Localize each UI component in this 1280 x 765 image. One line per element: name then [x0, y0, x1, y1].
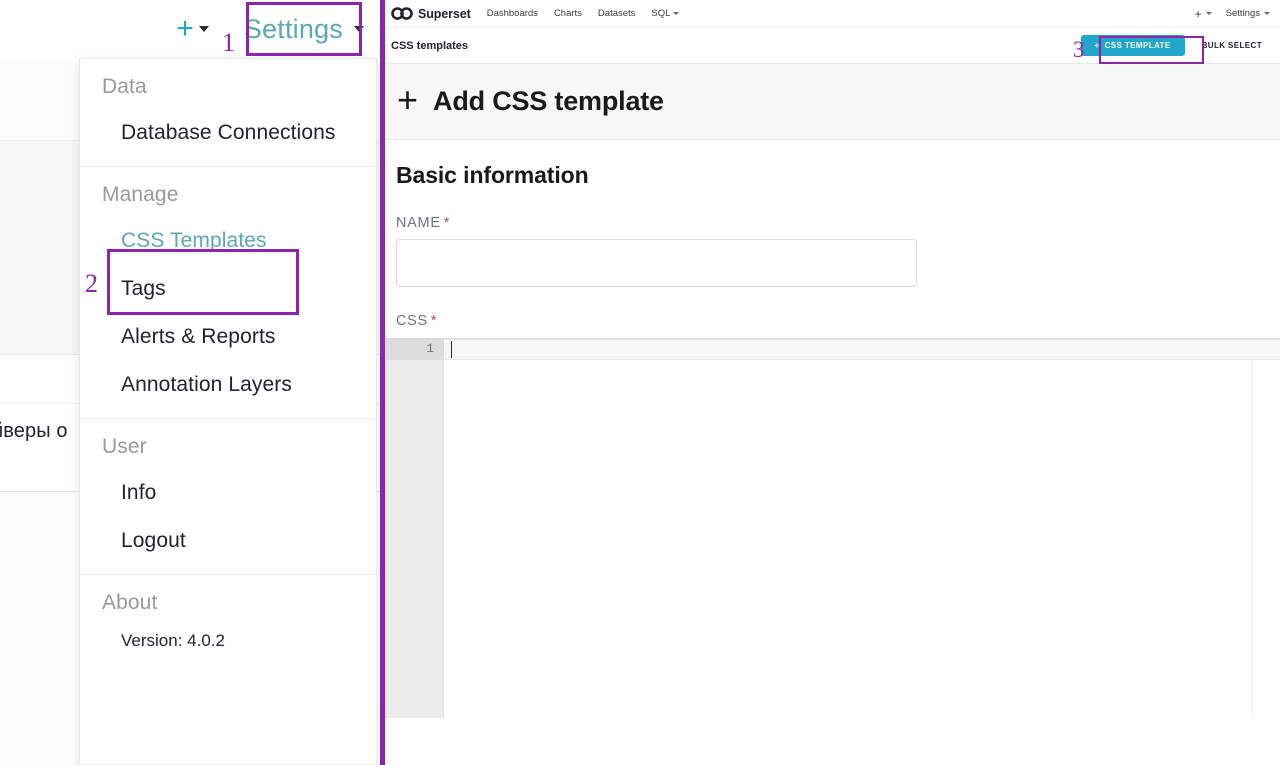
superset-infinity-logo-icon: [391, 7, 413, 20]
section-title-basic-information: Basic information: [396, 162, 1280, 189]
navbar-new-menu-trigger[interactable]: +: [1195, 7, 1212, 21]
name-field-label-text: NAME: [396, 215, 441, 231]
sidebar-item-logout[interactable]: Logout: [80, 517, 376, 565]
sidebar-item-database-connections[interactable]: Database Connections: [80, 109, 376, 157]
sidebar-item-tags[interactable]: Tags: [80, 265, 376, 313]
nav-item-charts[interactable]: Charts: [554, 8, 582, 19]
plus-icon: +: [176, 14, 194, 44]
chevron-down-icon: [1206, 12, 1212, 15]
sidebar-item-css-templates[interactable]: CSS Templates: [80, 217, 376, 265]
bulk-select-button[interactable]: BULK SELECT: [1194, 35, 1270, 56]
dropdown-group-title-user: User: [80, 419, 376, 469]
superset-navbar: Superset Dashboards Charts Datasets SQL …: [385, 0, 1280, 28]
sidebar-item-alerts-reports[interactable]: Alerts & Reports: [80, 313, 376, 361]
add-css-template-button-label: CSS TEMPLATE: [1105, 41, 1171, 50]
nav-item-sql[interactable]: SQL: [651, 8, 679, 19]
chevron-down-icon: [199, 26, 209, 32]
nav-item-dashboards-label: Dashboards: [487, 8, 538, 19]
dropdown-group-title-data: Data: [80, 59, 376, 109]
dropdown-group-title-manage: Manage: [80, 167, 376, 217]
nav-item-dashboards[interactable]: Dashboards: [487, 8, 538, 19]
css-code-editor[interactable]: 1: [385, 338, 1280, 718]
nav-item-sql-label: SQL: [651, 8, 670, 19]
editor-line-number: 1: [426, 341, 434, 356]
required-asterisk: *: [431, 313, 437, 329]
dropdown-group-title-about: About: [80, 575, 376, 625]
chevron-down-icon: [673, 12, 679, 15]
nav-item-datasets-label: Datasets: [598, 8, 636, 19]
page-header: + Add CSS template: [385, 64, 1280, 140]
annotation-number-3: 3: [1073, 38, 1085, 61]
page-title: Add CSS template: [433, 86, 664, 117]
sidebar-item-annotation-layers[interactable]: Annotation Layers: [80, 361, 376, 409]
name-field-label: NAME*: [396, 215, 1280, 231]
settings-dropdown-menu[interactable]: Data Database Connections Manage CSS Tem…: [79, 58, 377, 765]
bulk-select-button-label: BULK SELECT: [1202, 41, 1262, 50]
superset-logo[interactable]: Superset: [391, 7, 471, 21]
editor-gutter-active-line: [386, 339, 444, 360]
settings-menu-trigger[interactable]: Settings: [231, 8, 377, 51]
css-field-label-text: CSS: [396, 313, 428, 329]
chevron-down-icon: [1264, 12, 1270, 15]
editor-text-caret: [451, 341, 452, 358]
editor-text-area[interactable]: [445, 339, 1280, 718]
settings-menu-label: Settings: [244, 14, 343, 45]
css-field-label: CSS*: [396, 313, 1280, 329]
nav-item-datasets[interactable]: Datasets: [598, 8, 636, 19]
editor-active-line-highlight: [445, 339, 1280, 360]
left-app-topbar: + Settings: [0, 0, 385, 58]
required-asterisk: *: [444, 215, 450, 231]
css-template-form: Basic information NAME* CSS*: [385, 140, 1280, 329]
plus-icon: +: [1195, 7, 1202, 21]
breadcrumb: CSS templates: [391, 40, 468, 52]
editor-print-margin: [1252, 360, 1253, 718]
plus-icon: +: [397, 82, 418, 118]
chevron-down-icon: [354, 26, 364, 32]
version-label: Version: 4.0.2: [80, 625, 376, 661]
new-menu-trigger[interactable]: +: [176, 14, 209, 44]
navbar-right-actions: + Settings: [1195, 7, 1280, 21]
annotation-number-1: 1: [222, 30, 235, 56]
add-css-template-button[interactable]: + CSS TEMPLATE: [1081, 35, 1185, 56]
superset-brand-label: Superset: [418, 7, 471, 21]
name-input[interactable]: [396, 239, 917, 287]
subheader-bar: CSS templates + CSS TEMPLATE BULK SELECT: [385, 28, 1280, 64]
superset-app-pane: Superset Dashboards Charts Datasets SQL …: [385, 0, 1280, 765]
plus-icon: +: [1095, 41, 1100, 50]
navbar-settings-menu-trigger[interactable]: Settings: [1226, 8, 1270, 19]
editor-gutter: 1: [386, 339, 444, 718]
annotation-number-2: 2: [85, 271, 98, 297]
sidebar-item-info[interactable]: Info: [80, 469, 376, 517]
nav-item-charts-label: Charts: [554, 8, 582, 19]
navbar-settings-label: Settings: [1226, 8, 1260, 19]
subheader-actions: + CSS TEMPLATE BULK SELECT: [1081, 35, 1270, 56]
